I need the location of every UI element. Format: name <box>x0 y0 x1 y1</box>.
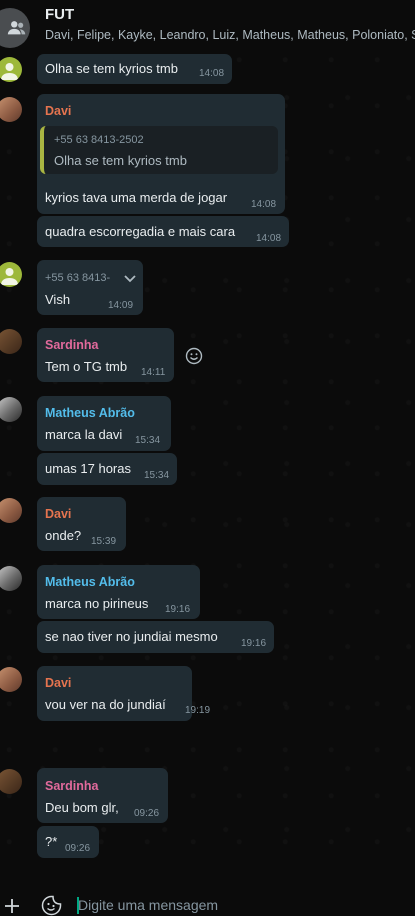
message-time: 15:34 <box>135 435 161 446</box>
sender-name[interactable]: Matheus Abrão <box>45 575 135 589</box>
message-time: 15:39 <box>91 536 117 547</box>
message-bubble[interactable]: Matheus Abrão marca no pirineus 19:16 <box>37 565 200 619</box>
chat-header[interactable]: FUT Davi, Felipe, Kayke, Leandro, Luiz, … <box>0 0 415 54</box>
message-time: 09:26 <box>65 843 91 854</box>
quoted-message[interactable]: +55 63 8413-2502 Olha se tem kyrios tmb <box>40 126 278 174</box>
message-time: 19:19 <box>185 705 211 716</box>
quoted-text: Olha se tem kyrios tmb <box>54 153 187 168</box>
message-bubble[interactable]: Olha se tem kyrios tmb 14:08 <box>37 54 232 84</box>
sender-name[interactable]: Sardinha <box>45 779 99 793</box>
message-text: quadra escorregadia e mais cara <box>45 224 236 239</box>
quoted-sender: +55 63 8413-2502 <box>54 134 144 146</box>
message-time: 14:08 <box>256 233 282 244</box>
message-text: kyrios tava uma merda de jogar <box>45 190 228 205</box>
message-time: 14:08 <box>251 199 277 210</box>
message-text: Vish <box>45 292 71 307</box>
message-text: Deu bom glr, <box>45 800 119 815</box>
message-time: 14:09 <box>108 300 134 311</box>
message-bubble[interactable]: Sardinha Deu bom glr, 09:26 <box>37 768 168 823</box>
message-bubble[interactable]: +55 63 8413- Vish 14:09 <box>37 260 143 315</box>
group-icon <box>7 21 26 35</box>
message-bubble[interactable]: Sardinha Tem o TG tmb 14:11 <box>37 328 174 382</box>
sender-name[interactable]: Matheus Abrão <box>45 406 135 420</box>
message-text: vou ver na do jundiaí <box>45 697 166 712</box>
sender-name[interactable]: Davi <box>45 507 71 521</box>
message-text: se nao tiver no jundiai mesmo <box>45 629 218 644</box>
message-bubble[interactable]: Davi +55 63 8413-2502 Olha se tem kyrios… <box>37 94 285 214</box>
group-title[interactable]: FUT <box>45 6 74 23</box>
message-text: marca no pirineus <box>45 596 149 611</box>
message-composer: Digite uma mensagem <box>0 884 415 916</box>
sender-name[interactable]: Davi <box>45 104 71 118</box>
message-bubble[interactable]: umas 17 horas 15:34 <box>37 453 177 485</box>
message-bubble[interactable]: quadra escorregadia e mais cara 14:08 <box>37 216 289 247</box>
message-time: 15:34 <box>144 470 170 481</box>
chevron-down-icon[interactable] <box>123 272 137 286</box>
message-bubble[interactable]: Davi vou ver na do jundiaí 19:19 <box>37 666 210 721</box>
message-bubble[interactable]: ?* 09:26 <box>37 826 99 858</box>
emoji-icon[interactable] <box>185 347 203 365</box>
message-text: Tem o TG tmb <box>45 359 128 374</box>
group-members[interactable]: Davi, Felipe, Kayke, Leandro, Luiz, Math… <box>45 28 415 42</box>
message-input[interactable]: Digite uma mensagem <box>78 897 218 913</box>
message-time: 19:16 <box>165 604 191 615</box>
message-text: Olha se tem kyrios tmb <box>45 61 178 76</box>
sender-phone[interactable]: +55 63 8413- <box>45 272 110 284</box>
message-text: ?* <box>45 834 58 849</box>
message-time: 14:08 <box>199 68 225 79</box>
message-time: 09:26 <box>134 808 160 819</box>
message-text: onde? <box>45 528 82 543</box>
message-bubble[interactable]: Matheus Abrão marca la davi 15:34 <box>37 396 171 451</box>
group-avatar[interactable] <box>0 8 30 48</box>
message-text: marca la davi <box>45 427 123 442</box>
message-bubble[interactable]: Davi onde? 15:39 <box>37 497 126 551</box>
message-text: umas 17 horas <box>45 461 131 476</box>
message-bubble[interactable]: se nao tiver no jundiai mesmo 19:16 <box>37 621 274 653</box>
message-time: 14:11 <box>141 367 166 378</box>
sender-name[interactable]: Davi <box>45 676 71 690</box>
message-time: 19:16 <box>241 638 267 649</box>
sticker-icon[interactable] <box>41 895 62 916</box>
plus-icon[interactable] <box>3 897 21 915</box>
sender-name[interactable]: Sardinha <box>45 338 99 352</box>
